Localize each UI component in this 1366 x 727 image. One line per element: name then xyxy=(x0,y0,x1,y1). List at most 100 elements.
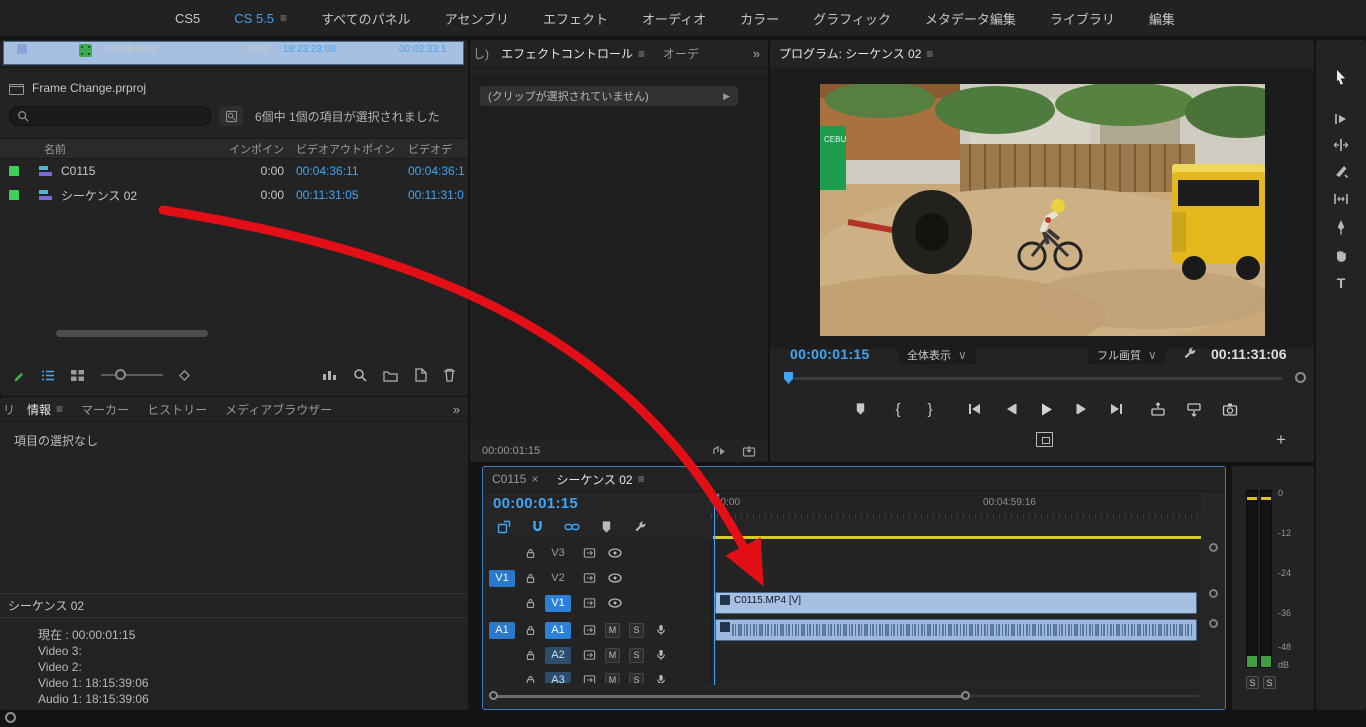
source-patch-a1[interactable]: A1 xyxy=(489,622,515,639)
workspace-tab-effects[interactable]: エフェクト xyxy=(526,9,625,28)
scrollbar-right-knob[interactable] xyxy=(961,691,970,700)
linked-selection-icon[interactable] xyxy=(564,521,580,533)
vertical-scrollbar-knob[interactable] xyxy=(1209,619,1218,628)
sync-lock-icon[interactable] xyxy=(583,547,596,559)
workspace-tab-metadata[interactable]: メタデータ編集 xyxy=(908,9,1033,28)
sync-lock-icon[interactable] xyxy=(583,572,596,584)
track-lock-icon[interactable] xyxy=(523,624,537,637)
label-color-chip[interactable] xyxy=(9,166,19,176)
tab-effect-controls[interactable]: エフェクトコントロール ≡ xyxy=(492,40,654,67)
scrollbar-thumb[interactable] xyxy=(56,330,208,337)
timeline-settings-wrench-icon[interactable] xyxy=(633,520,647,534)
label-color-chip[interactable] xyxy=(9,190,19,200)
panel-overflow-icon[interactable]: » xyxy=(445,402,468,417)
solo-button[interactable]: S xyxy=(629,623,644,638)
export-frame-icon[interactable] xyxy=(742,445,756,458)
razor-tool[interactable] xyxy=(1316,158,1366,184)
workspace-tab-editing[interactable]: 編集 xyxy=(1132,9,1192,28)
sort-icon[interactable] xyxy=(179,370,190,381)
fx-badge[interactable] xyxy=(720,595,730,605)
zoom-slider-knob[interactable] xyxy=(115,369,126,380)
workspace-tab-color[interactable]: カラー xyxy=(723,9,796,28)
mute-button[interactable]: M xyxy=(605,648,620,663)
ripple-edit-tool[interactable] xyxy=(1316,132,1366,158)
zoom-level-select[interactable]: 全体表示 ∨ xyxy=(898,345,976,364)
program-video-frame[interactable]: CEBU xyxy=(820,84,1265,336)
insert-as-nest-icon[interactable] xyxy=(497,520,511,534)
workspace-tab-audio[interactable]: オーディオ xyxy=(625,9,723,28)
track-target-a2[interactable]: A2 xyxy=(545,647,571,664)
workspace-tab-graphics[interactable]: グラフィック xyxy=(796,9,908,28)
track-lock-icon[interactable] xyxy=(523,674,537,684)
work-area-bar[interactable] xyxy=(713,536,1201,539)
track-target-v3[interactable]: V3 xyxy=(545,545,571,562)
column-in-point[interactable]: インポイン xyxy=(228,141,284,157)
settings-wrench-icon[interactable] xyxy=(1182,346,1197,361)
sync-lock-icon[interactable] xyxy=(583,674,596,683)
video-clip-c0115[interactable]: C0115.MP4 [V] xyxy=(715,592,1197,614)
extract-icon[interactable] xyxy=(1184,399,1204,419)
search-filter-button[interactable] xyxy=(219,106,243,126)
selection-tool[interactable] xyxy=(1316,64,1366,90)
partial-tab-source[interactable]: し) xyxy=(470,45,492,62)
eye-icon[interactable] xyxy=(608,598,622,608)
partial-tab[interactable]: リ xyxy=(0,401,18,418)
track-a2-lane[interactable] xyxy=(711,643,1201,667)
source-patch-empty[interactable] xyxy=(489,647,515,664)
solo-button[interactable]: S xyxy=(629,673,644,684)
panel-menu-icon[interactable]: ≡ xyxy=(638,472,645,486)
scrollbar-left-knob[interactable] xyxy=(489,691,498,700)
track-v3-lane[interactable] xyxy=(711,541,1201,565)
workspace-tab-all-panels[interactable]: すべてのパネル xyxy=(304,9,428,28)
automate-to-sequence-icon[interactable] xyxy=(322,368,337,382)
solo-right-button[interactable]: S xyxy=(1263,676,1276,689)
sync-status-icon[interactable] xyxy=(5,712,16,723)
source-patch-empty[interactable] xyxy=(489,595,515,612)
mark-out-icon[interactable]: } xyxy=(920,399,940,419)
track-lock-icon[interactable] xyxy=(523,572,537,585)
workspace-tab-cs55[interactable]: CS 5.5 ≡ xyxy=(217,11,304,26)
track-target-a3[interactable]: A3 xyxy=(545,672,571,684)
tab-info[interactable]: 情報 ≡ xyxy=(18,397,72,421)
tab-program-monitor[interactable]: プログラム: シーケンス 02 ≡ xyxy=(770,40,942,67)
table-row[interactable]: C0118.MP4 9:15 18:23:23:08 00:02:33:1 xyxy=(3,41,464,65)
timeline-horizontal-scrollbar[interactable] xyxy=(489,691,1199,701)
zoom-slider[interactable] xyxy=(101,374,163,376)
collapse-icon[interactable]: ▶ xyxy=(723,91,730,102)
source-patch-empty[interactable] xyxy=(489,545,515,562)
scrollbar-knob[interactable] xyxy=(1295,372,1306,383)
snap-icon[interactable] xyxy=(531,520,544,534)
track-target-a1[interactable]: A1 xyxy=(545,622,571,639)
solo-button[interactable]: S xyxy=(629,648,644,663)
workspace-tab-cs5[interactable]: CS5 xyxy=(158,11,217,26)
new-item-icon[interactable] xyxy=(414,368,427,382)
workspace-tab-libraries[interactable]: ライブラリ xyxy=(1033,9,1132,28)
program-scrubber[interactable] xyxy=(778,371,1306,385)
column-name[interactable]: 名前 xyxy=(0,141,228,157)
voiceover-record-mic-icon[interactable] xyxy=(656,623,666,637)
timeline-timecode[interactable]: 00:00:01:15 xyxy=(493,495,578,512)
button-editor-plus[interactable]: + xyxy=(1276,430,1286,450)
workspace-tab-assembly[interactable]: アセンブリ xyxy=(428,9,526,28)
icon-view-icon[interactable] xyxy=(71,369,85,382)
mute-button[interactable]: M xyxy=(605,673,620,684)
panel-menu-icon[interactable]: ≡ xyxy=(56,402,63,416)
label-color-chip[interactable] xyxy=(17,44,27,54)
go-to-out-icon[interactable] xyxy=(1106,399,1126,419)
source-patch-empty[interactable] xyxy=(489,672,515,684)
vertical-scrollbar-knob[interactable] xyxy=(1209,589,1218,598)
close-icon[interactable]: × xyxy=(531,472,538,486)
playhead-marker[interactable] xyxy=(784,372,793,384)
panel-overflow-icon[interactable]: » xyxy=(745,46,768,61)
step-forward-icon[interactable] xyxy=(1072,399,1092,419)
go-to-in-icon[interactable] xyxy=(964,399,984,419)
effect-controls-clip-header[interactable]: (クリップが選択されていません) ▶ xyxy=(480,86,738,106)
menu-icon[interactable]: ≡ xyxy=(280,11,287,25)
track-select-forward-tool[interactable] xyxy=(1316,106,1366,132)
export-frame-camera-icon[interactable] xyxy=(1220,399,1240,419)
table-row[interactable]: シーケンス 02 0:00 00:11:31:05 00:11:31:0 xyxy=(0,183,468,207)
track-lock-icon[interactable] xyxy=(523,597,537,610)
scrubber-track[interactable] xyxy=(784,377,1282,380)
panel-menu-icon[interactable]: ≡ xyxy=(638,47,645,61)
step-back-icon[interactable] xyxy=(1000,399,1020,419)
